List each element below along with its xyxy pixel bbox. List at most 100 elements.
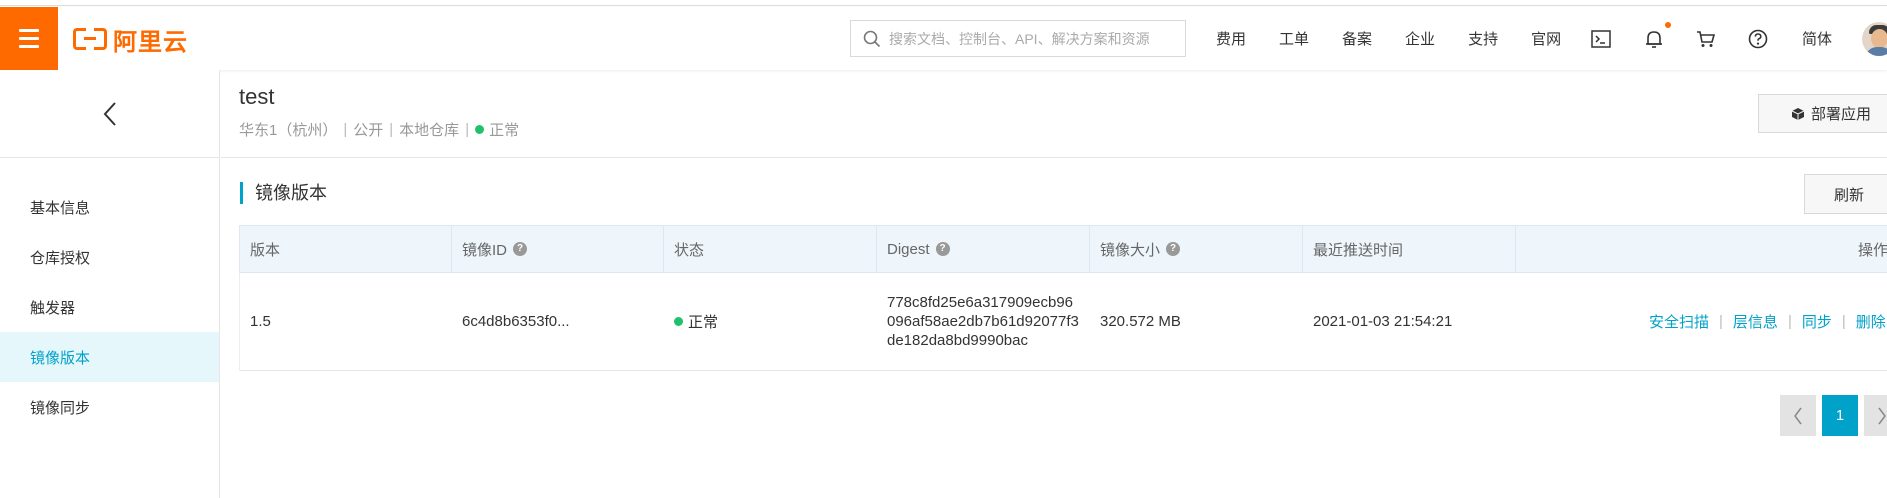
nav-link-official-site[interactable]: 官网 [1531,28,1561,49]
avatar-face [1871,29,1887,48]
cell-image-id: 6c4d8b6353f0... [462,313,570,330]
section-title: 镜像版本 [240,182,327,204]
notification-dot [1665,22,1671,28]
sidebar-item-basic-info[interactable]: 基本信息 [0,182,219,232]
browser-top-edge [0,0,1887,6]
hamburger-menu-button[interactable] [0,7,58,70]
column-header-label: 版本 [250,241,281,259]
help-icon[interactable]: ? [513,242,528,256]
column-header-image-id: 镜像ID? [452,226,664,272]
cell-actions: 安全扫描 | 层信息 | 同步 | 删除 [1649,273,1886,370]
deploy-app-button[interactable]: 部署应用 [1758,94,1887,133]
meta-separator: | [465,121,470,138]
column-header-label: Digest [887,240,930,258]
nav-link-support[interactable]: 支持 [1468,28,1498,49]
column-header-digest: Digest? [877,226,1090,272]
nav-link-fees[interactable]: 费用 [1216,28,1246,49]
cube-icon [1791,107,1805,120]
prev-page-button[interactable] [1780,395,1816,436]
action-separator: | [1841,313,1846,330]
repo-meta: 华东1（杭州） | 公开 | 本地仓库 | 正常 [239,119,519,140]
cell-size: 320.572 MB [1100,313,1181,330]
menu-line [19,37,39,40]
sync-link[interactable]: 同步 [1802,311,1832,332]
status-dot-icon [475,125,485,134]
chevron-left-icon [103,101,116,126]
terminal-icon[interactable] [1591,7,1611,70]
sidebar-item-repo-auth[interactable]: 仓库授权 [0,232,219,282]
sidebar-item-label: 触发器 [30,299,76,317]
header-divider [221,157,1887,158]
column-header-version: 版本 [240,226,452,272]
table-header: 版本 镜像ID? 状态 Digest? 镜像大小? 最近推送时间 操作 [239,225,1887,273]
search-input[interactable] [889,30,1179,47]
avatar-body [1865,47,1887,56]
repo-source: 本地仓库 [399,122,460,139]
aliyun-logo[interactable]: 阿里云 [73,25,188,56]
refresh-label: 刷新 [1833,186,1864,204]
sidebar-item-label: 镜像版本 [30,349,91,367]
brand-name: 阿里云 [113,28,188,56]
status-text: 正常 [688,314,719,331]
sidebar-item-label: 镜像同步 [30,399,91,417]
column-header-label: 状态 [674,241,705,259]
repo-status: 正常 [489,122,520,139]
cell-version: 1.5 [250,313,271,330]
refresh-button[interactable]: 刷新 [1804,174,1887,214]
help-icon[interactable]: ? [1166,242,1181,256]
global-search[interactable] [850,20,1186,57]
nav-link-enterprise[interactable]: 企业 [1405,28,1435,49]
deploy-app-label: 部署应用 [1811,106,1872,123]
sidebar: 基本信息 仓库授权 触发器 镜像版本 镜像同步 [0,70,220,498]
next-page-button[interactable] [1864,395,1887,436]
column-header-label: 镜像ID [462,241,508,259]
cart-icon[interactable] [1696,7,1716,70]
repo-visibility: 公开 [353,122,384,139]
column-header-size: 镜像大小? [1090,226,1303,272]
column-header-status: 状态 [664,226,877,272]
search-icon [863,30,881,47]
help-icon[interactable] [1748,7,1768,70]
sidebar-item-image-versions[interactable]: 镜像版本 [0,332,219,382]
action-separator: | [1719,313,1723,330]
language-switch[interactable]: 简体 [1802,7,1832,70]
user-avatar[interactable] [1862,22,1887,56]
digest-line: de182da8bd9990bac [887,332,1028,349]
image-versions-table: 版本 镜像ID? 状态 Digest? 镜像大小? 最近推送时间 操作 1.5 … [239,225,1887,371]
layer-info-link[interactable]: 层信息 [1733,311,1778,332]
column-header-actions: 操作 [1516,226,1887,272]
sidebar-item-label: 仓库授权 [30,249,91,267]
delete-link[interactable]: 删除 [1856,311,1886,332]
sidebar-item-image-sync[interactable]: 镜像同步 [0,382,219,432]
repo-region: 华东1（杭州） [239,122,338,139]
menu-line [19,45,39,48]
top-links: 费用 工单 备案 企业 支持 官网 [1216,7,1594,70]
meta-separator: | [389,121,394,138]
nav-link-icp[interactable]: 备案 [1342,28,1372,49]
aliyun-logo-icon [73,27,107,51]
bell-icon[interactable] [1645,7,1663,70]
help-icon[interactable]: ? [935,242,950,256]
page-number-current[interactable]: 1 [1822,395,1858,436]
cell-digest: 778c8fd25e6a317909ecb96 096af58ae2db7b61… [877,273,1090,370]
page-title: test [239,84,275,109]
column-header-label: 最近推送时间 [1313,241,1404,259]
cell-status: 正常 [664,273,877,370]
meta-separator: | [343,121,348,138]
chevron-left-icon [1794,407,1802,424]
status-dot-icon [674,317,683,326]
nav-link-tickets[interactable]: 工单 [1279,28,1309,49]
table-row: 1.5 6c4d8b6353f0... 正常 778c8fd25e6a31790… [239,273,1887,371]
security-scan-link[interactable]: 安全扫描 [1649,311,1709,332]
action-separator: | [1787,313,1792,330]
menu-line [19,29,39,32]
cell-pushed-time: 2021-01-03 21:54:21 [1313,313,1453,330]
sidebar-item-label: 基本信息 [30,199,91,217]
top-navigation-bar: 阿里云 费用 工单 备案 企业 支持 官网 简体 [0,7,1887,70]
sidebar-item-triggers[interactable]: 触发器 [0,282,219,332]
pagination: 1 [1780,395,1887,436]
column-header-label: 操作 [1857,241,1887,259]
column-header-pushed-time: 最近推送时间 [1303,226,1516,272]
back-button[interactable] [0,70,219,158]
column-header-label: 镜像大小 [1100,241,1161,259]
